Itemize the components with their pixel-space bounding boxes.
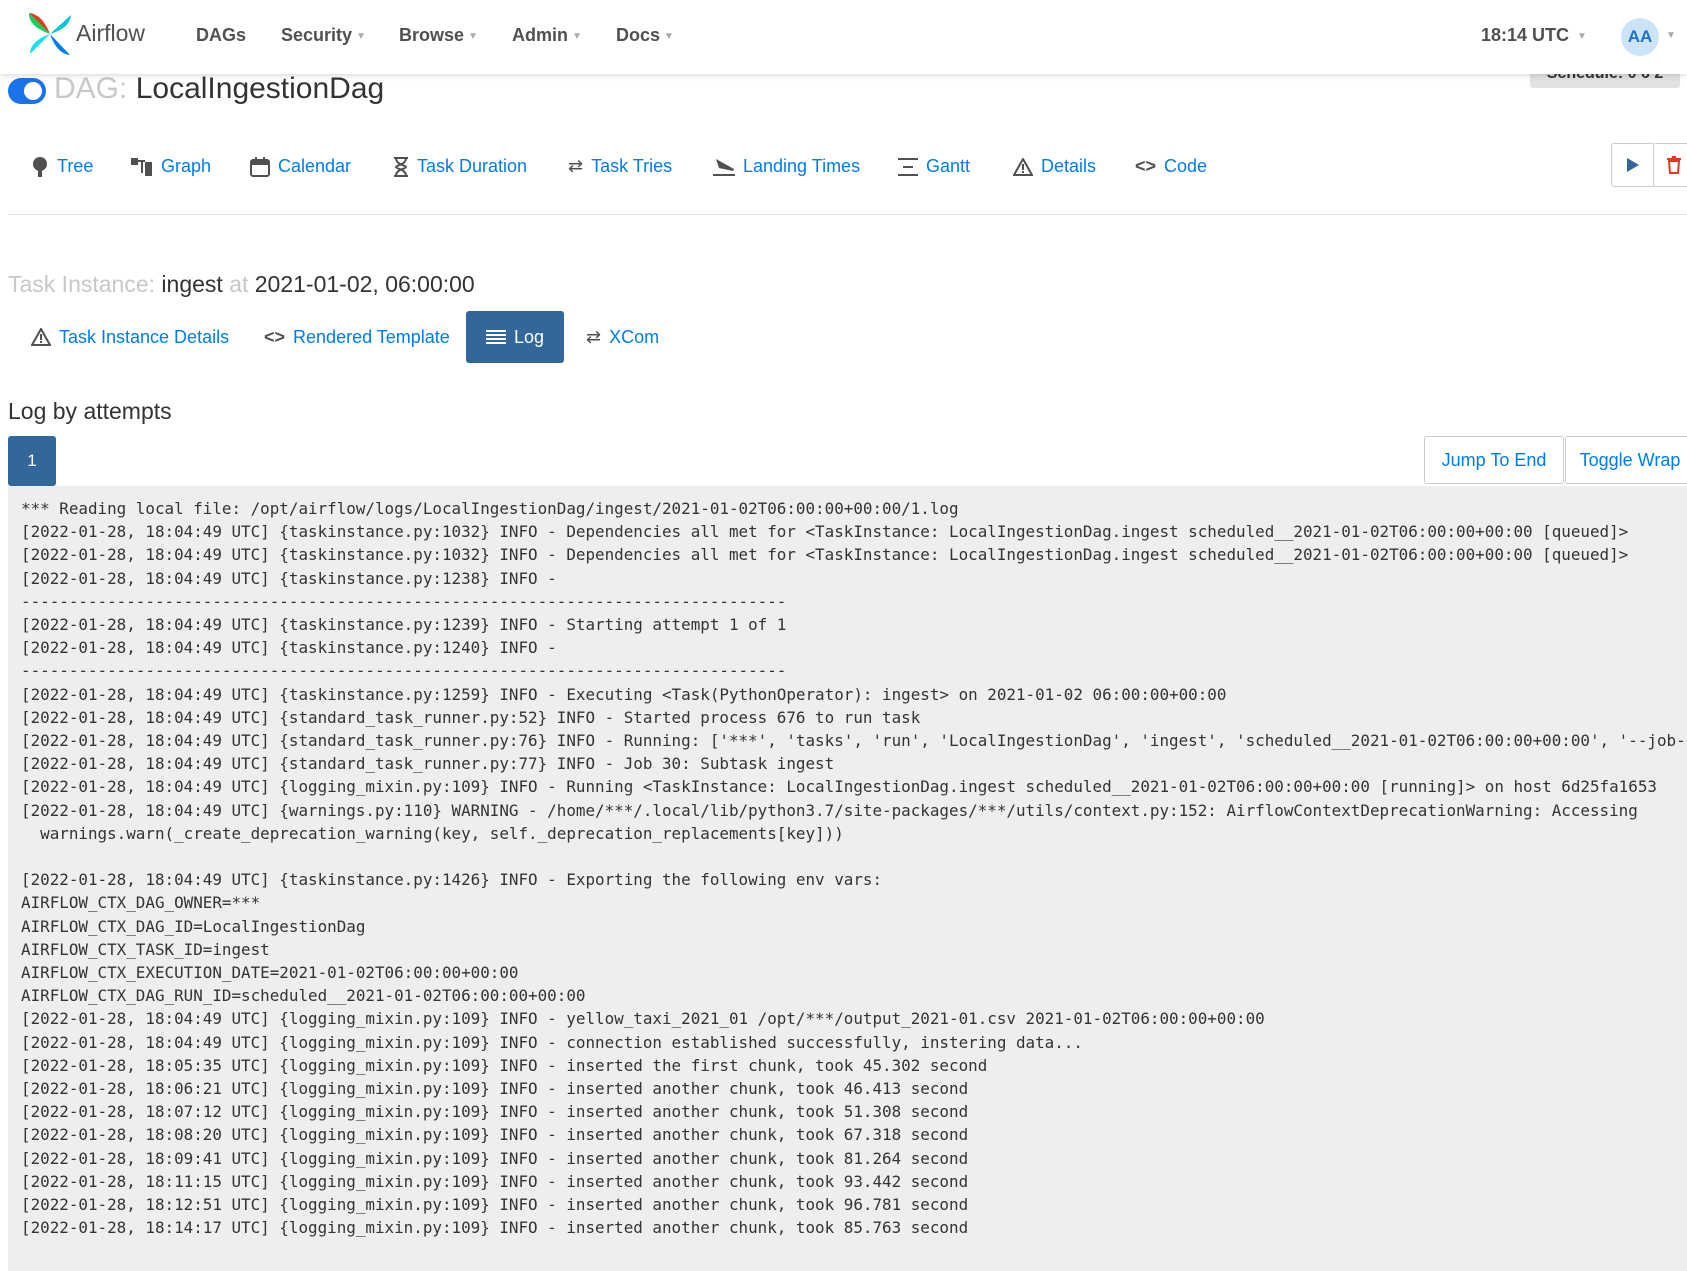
log-line: [2022-01-28, 18:05:35 UTC] {logging_mixi…	[21, 1055, 988, 1075]
log-line: [2022-01-28, 18:06:21 UTC] {logging_mixi…	[21, 1079, 969, 1099]
user-avatar[interactable]: AA	[1621, 18, 1659, 56]
toggle-wrap-button[interactable]: Toggle Wrap	[1565, 436, 1687, 484]
log-line: warnings.warn(_create_deprecation_warnin…	[40, 823, 844, 843]
tab-log[interactable]: Log	[466, 311, 565, 363]
log-line: [2022-01-28, 18:04:49 UTC] {logging_mixi…	[21, 1032, 1083, 1052]
log-line: [2022-01-28, 18:04:49 UTC] {taskinstance…	[21, 638, 557, 658]
header-divider	[8, 214, 1687, 215]
list-icon	[486, 330, 506, 344]
tab-landing-times[interactable]: Landing Times	[713, 156, 860, 177]
jump-to-end-button[interactable]: Jump To End	[1424, 436, 1564, 484]
log-line: AIRFLOW_CTX_DAG_OWNER=***	[21, 893, 261, 913]
log-line: [2022-01-28, 18:04:49 UTC] {taskinstance…	[21, 870, 883, 890]
top-navbar: Airflow DAGs Security ▼ Browse ▼ Admin ▼ Do…	[0, 0, 1687, 74]
tab-code[interactable]: <> Code	[1135, 156, 1207, 177]
log-line: [2022-01-28, 18:11:15 UTC] {logging_mixi…	[21, 1171, 969, 1191]
log-line: *** Reading local file: /opt/airflow/log…	[21, 499, 959, 518]
log-line: ----------------------------------------…	[21, 591, 787, 611]
nav-admin[interactable]: Admin ▼	[512, 25, 582, 46]
log-viewer[interactable]: *** Reading local file: /opt/airflow/log…	[8, 486, 1687, 1271]
caret-down-icon: ▼	[572, 30, 582, 42]
log-line: [2022-01-28, 18:04:49 UTC] {standard_tas…	[21, 731, 1687, 751]
log-line: [2022-01-28, 18:04:49 UTC] {logging_mixi…	[21, 777, 1657, 797]
log-line: [2022-01-28, 18:04:49 UTC] {standard_tas…	[21, 707, 921, 727]
log-line: [2022-01-28, 18:04:49 UTC] {standard_tas…	[21, 754, 835, 774]
log-line: [2022-01-28, 18:08:20 UTC] {logging_mixi…	[21, 1125, 969, 1145]
log-line: [2022-01-28, 18:04:49 UTC] {warnings.py:…	[21, 800, 1638, 820]
nav-docs[interactable]: Docs ▼	[616, 25, 674, 46]
log-line: [2022-01-28, 18:04:49 UTC] {taskinstance…	[21, 615, 787, 635]
delete-dag-button[interactable]	[1653, 143, 1687, 187]
task-id: ingest	[161, 271, 223, 297]
calendar-icon	[250, 156, 270, 177]
nav-browse[interactable]: Browse ▼	[399, 25, 478, 46]
tab-calendar[interactable]: Calendar	[250, 156, 351, 177]
gantt-icon	[898, 157, 918, 176]
clock-dropdown[interactable]: 18:14 UTC ▼	[1481, 25, 1587, 46]
caret-down-icon: ▼	[356, 30, 366, 42]
caret-down-icon: ▼	[664, 30, 674, 42]
log-line: AIRFLOW_CTX_EXECUTION_DATE=2021-01-02T06…	[21, 963, 519, 983]
tab-task-tries[interactable]: ⇄ Task Tries	[568, 156, 672, 177]
log-content: *** Reading local file: /opt/airflow/log…	[8, 486, 1687, 1240]
caret-down-icon: ▼	[1577, 30, 1587, 42]
tab-graph[interactable]: Graph	[131, 156, 211, 177]
brand-name[interactable]: Airflow	[76, 20, 145, 47]
tab-task-duration[interactable]: Task Duration	[393, 156, 527, 177]
log-line: ----------------------------------------…	[21, 661, 787, 681]
log-line: AIRFLOW_CTX_DAG_RUN_ID=scheduled__2021-0…	[21, 986, 586, 1006]
log-line: [2022-01-28, 18:04:49 UTC] {taskinstance…	[21, 568, 557, 588]
attempt-1-button[interactable]: 1	[8, 436, 56, 486]
caret-down-icon[interactable]: ▼	[1666, 30, 1676, 41]
nav-dags[interactable]: DAGs	[196, 25, 246, 46]
dag-pause-toggle[interactable]	[8, 78, 46, 104]
dag-name: LocalIngestionDag	[135, 72, 385, 105]
repeat-icon: ⇄	[568, 156, 584, 176]
warning-triangle-icon	[1013, 157, 1033, 176]
tab-tree[interactable]: Tree	[31, 156, 93, 177]
repeat-icon: ⇄	[586, 326, 602, 347]
tab-xcom[interactable]: ⇄ XCom	[586, 311, 659, 363]
warning-triangle-icon	[31, 328, 51, 346]
landing-icon	[713, 158, 735, 176]
nav-security[interactable]: Security ▼	[281, 25, 366, 46]
toggle-knob	[24, 82, 42, 100]
task-instance-heading: Task Instance: ingest at 2021-01-02, 06:…	[8, 271, 475, 297]
log-line: [2022-01-28, 18:09:41 UTC] {logging_mixi…	[21, 1148, 969, 1168]
caret-down-icon: ▼	[468, 30, 478, 42]
log-line: [2022-01-28, 18:07:12 UTC] {logging_mixi…	[21, 1102, 969, 1122]
code-icon: <>	[264, 326, 286, 347]
airflow-logo[interactable]	[26, 10, 74, 58]
log-line: [2022-01-28, 18:12:51 UTC] {logging_mixi…	[21, 1195, 969, 1215]
graph-icon	[131, 157, 152, 176]
trigger-dag-button[interactable]	[1611, 143, 1655, 187]
log-line: AIRFLOW_CTX_DAG_ID=LocalIngestionDag	[21, 916, 366, 936]
play-icon	[1627, 158, 1639, 172]
tab-rendered-template[interactable]: <> Rendered Template	[264, 311, 450, 363]
log-line: AIRFLOW_CTX_TASK_ID=ingest	[21, 939, 270, 959]
tab-gantt[interactable]: Gantt	[898, 156, 970, 177]
tab-details[interactable]: Details	[1013, 156, 1096, 177]
code-icon: <>	[1135, 156, 1157, 176]
log-line: [2022-01-28, 18:14:17 UTC] {logging_mixi…	[21, 1218, 969, 1238]
tab-task-instance-details[interactable]: Task Instance Details	[31, 311, 229, 363]
execution-date: 2021-01-02, 06:00:00	[254, 271, 475, 297]
log-line: [2022-01-28, 18:04:49 UTC] {taskinstance…	[21, 545, 1629, 565]
hourglass-icon	[394, 156, 408, 177]
dag-title: DAG: LocalIngestionDag	[54, 72, 384, 106]
dag-title-prefix: DAG:	[54, 72, 128, 105]
log-line: [2022-01-28, 18:04:49 UTC] {logging_mixi…	[21, 1009, 1265, 1029]
log-heading: Log by attempts	[8, 398, 172, 424]
log-line: [2022-01-28, 18:04:49 UTC] {taskinstance…	[21, 522, 1629, 542]
trash-icon	[1667, 156, 1681, 174]
tree-icon	[33, 156, 47, 177]
log-line: [2022-01-28, 18:04:49 UTC] {taskinstance…	[21, 684, 1227, 704]
